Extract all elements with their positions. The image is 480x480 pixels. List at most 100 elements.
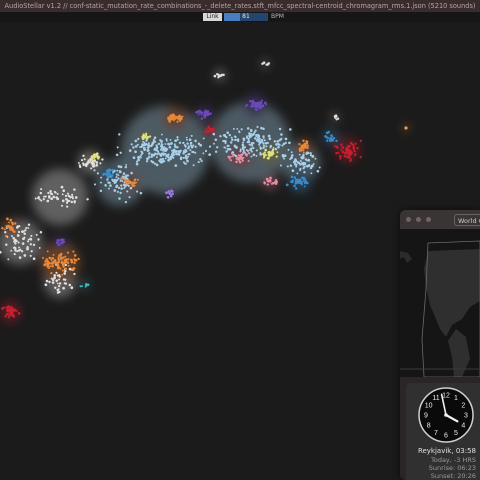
sound-point[interactable] (78, 164, 81, 167)
sound-point[interactable] (70, 286, 74, 290)
sound-point[interactable] (62, 265, 65, 268)
sound-point[interactable] (111, 168, 114, 172)
sound-point[interactable] (247, 140, 251, 143)
sound-point[interactable] (293, 176, 297, 179)
sound-point[interactable] (327, 130, 330, 133)
sound-point[interactable] (64, 258, 68, 262)
sound-point[interactable] (177, 115, 181, 118)
sound-point[interactable] (343, 154, 347, 158)
sound-point[interactable] (35, 233, 38, 236)
sound-point[interactable] (93, 183, 97, 186)
sound-point[interactable] (134, 139, 138, 143)
sound-point[interactable] (38, 246, 41, 249)
sound-point[interactable] (252, 153, 256, 157)
sound-point[interactable] (241, 144, 244, 147)
sound-point[interactable] (291, 154, 294, 157)
sound-point[interactable] (262, 61, 266, 64)
sound-point[interactable] (264, 141, 268, 145)
sound-point[interactable] (50, 259, 53, 261)
sound-point[interactable] (153, 140, 157, 143)
sound-point[interactable] (182, 141, 185, 145)
sound-point[interactable] (11, 221, 14, 225)
sound-point[interactable] (151, 141, 155, 145)
sound-point[interactable] (278, 139, 281, 142)
sound-point[interactable] (302, 149, 305, 152)
sound-point[interactable] (273, 140, 277, 143)
sound-point[interactable] (183, 143, 186, 147)
sound-point[interactable] (90, 167, 93, 170)
sound-point[interactable] (145, 160, 149, 163)
sound-point[interactable] (204, 149, 208, 153)
sound-point[interactable] (82, 154, 85, 158)
sound-point[interactable] (13, 240, 16, 243)
sound-point[interactable] (258, 143, 261, 146)
sound-point[interactable] (132, 146, 135, 149)
sound-point[interactable] (216, 146, 219, 149)
sound-point[interactable] (58, 278, 61, 281)
sound-point[interactable] (100, 176, 103, 179)
sound-point[interactable] (63, 272, 67, 275)
sound-point[interactable] (70, 200, 73, 204)
sound-point[interactable] (280, 133, 283, 136)
sound-point[interactable] (124, 165, 128, 169)
sound-point[interactable] (130, 171, 133, 175)
sound-point[interactable] (252, 132, 256, 136)
sound-point[interactable] (263, 154, 266, 157)
sound-point[interactable] (165, 139, 168, 142)
sound-point[interactable] (64, 269, 67, 273)
sound-point[interactable] (349, 141, 353, 145)
sound-point[interactable] (115, 184, 119, 188)
sound-point[interactable] (143, 148, 146, 152)
sound-point[interactable] (162, 152, 165, 155)
sound-point[interactable] (10, 305, 13, 309)
sound-point[interactable] (70, 258, 73, 262)
sound-point[interactable] (11, 235, 13, 237)
sound-point[interactable] (17, 241, 20, 244)
sound-point[interactable] (50, 271, 53, 275)
sound-point[interactable] (347, 151, 351, 155)
sound-point[interactable] (38, 198, 41, 201)
sound-point[interactable] (127, 180, 130, 183)
sound-point[interactable] (235, 160, 238, 164)
sound-point[interactable] (288, 128, 292, 131)
sound-point[interactable] (65, 201, 69, 204)
sound-point[interactable] (30, 234, 33, 237)
sound-point[interactable] (335, 118, 338, 121)
minimize-button[interactable] (416, 217, 421, 222)
sound-point[interactable] (288, 141, 291, 145)
sound-point[interactable] (42, 198, 45, 201)
sound-point[interactable] (87, 159, 90, 162)
sound-point[interactable] (294, 162, 297, 166)
sound-point[interactable] (67, 258, 70, 261)
sound-point[interactable] (214, 150, 218, 153)
sound-point[interactable] (267, 183, 270, 186)
sound-point[interactable] (214, 138, 218, 142)
sound-point[interactable] (278, 143, 281, 146)
sound-point[interactable] (136, 143, 139, 146)
sound-point[interactable] (96, 172, 100, 175)
sound-point[interactable] (242, 139, 245, 142)
sound-point[interactable] (58, 243, 61, 246)
sound-point[interactable] (49, 265, 52, 268)
sound-point[interactable] (146, 146, 149, 149)
sound-point[interactable] (229, 159, 233, 162)
sound-point[interactable] (77, 257, 80, 261)
sound-point[interactable] (218, 75, 221, 78)
sound-point[interactable] (29, 238, 33, 241)
sound-point[interactable] (302, 180, 305, 183)
sound-point[interactable] (119, 165, 123, 169)
sound-point[interactable] (11, 314, 14, 317)
sound-point[interactable] (232, 155, 234, 158)
sound-point[interactable] (354, 142, 357, 145)
sound-point[interactable] (300, 144, 303, 147)
sound-point[interactable] (80, 158, 84, 162)
sound-point[interactable] (310, 172, 313, 175)
sound-point[interactable] (262, 147, 265, 150)
sound-point[interactable] (61, 199, 65, 203)
sound-point[interactable] (67, 264, 70, 267)
sound-point[interactable] (125, 174, 128, 177)
sound-point[interactable] (339, 155, 342, 158)
sound-point[interactable] (117, 177, 120, 180)
sound-point[interactable] (303, 185, 306, 188)
sound-point[interactable] (178, 141, 182, 144)
